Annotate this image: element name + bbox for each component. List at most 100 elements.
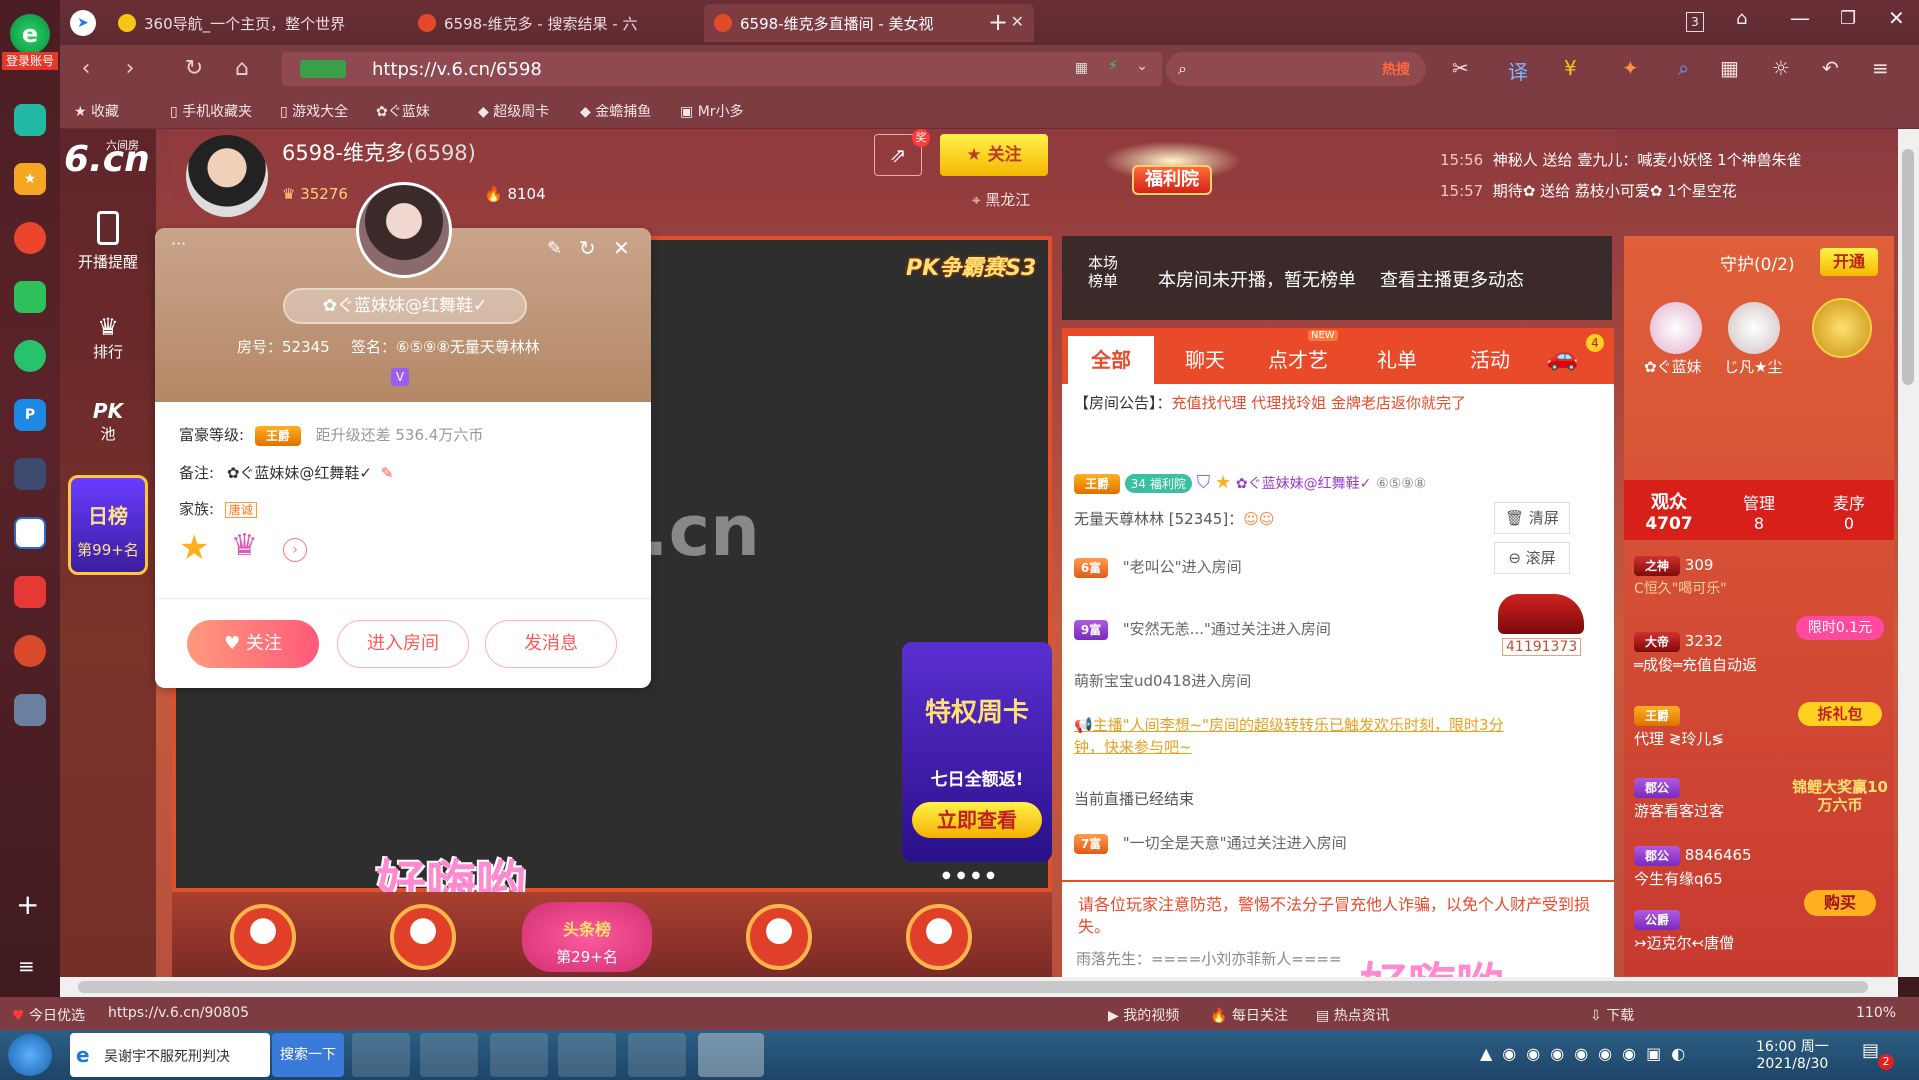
guard-member-avatar[interactable]	[1728, 302, 1780, 354]
nav-pk-pool[interactable]: PK 池	[60, 399, 156, 444]
bookmark-mrxiaoduo[interactable]: ▣ Mr小多	[680, 101, 744, 121]
xiaohongshu-icon[interactable]	[14, 576, 46, 608]
translate-icon[interactable]: 译	[1508, 56, 1528, 85]
viewer-item[interactable]: 郡公 游客看客过客	[1634, 778, 1724, 821]
fortune-icon[interactable]	[14, 635, 46, 667]
magnifier-icon[interactable]: ⌕	[1678, 56, 1689, 80]
daily-follow[interactable]: 🔥 每日关注	[1210, 1005, 1288, 1025]
daily-rank-card[interactable]: 日榜 第99+名	[68, 475, 148, 575]
download[interactable]: ⇩ 下载	[1590, 1005, 1634, 1025]
bookmark-weekly-card[interactable]: ◆ 超级周卡	[478, 101, 549, 121]
add-app-icon[interactable]: +	[16, 888, 39, 921]
viewer-item[interactable]: 郡公 8846465 今生有缘q65	[1634, 846, 1752, 889]
menu-list-icon[interactable]: ≡	[18, 954, 35, 978]
bookmark-mobile[interactable]: ▯ 手机收藏夹	[170, 101, 252, 121]
account-login-button[interactable]: 登录账号	[2, 52, 58, 70]
taskbar-app-ie[interactable]	[420, 1033, 478, 1077]
tab-all[interactable]: 全部	[1068, 336, 1154, 384]
chat-message[interactable]: 当前直播已经结束	[1074, 788, 1194, 809]
close-window-button[interactable]: ✕	[1888, 6, 1905, 30]
tab-search-results[interactable]: 6598-维克多 - 搜索结果 - 六	[408, 4, 708, 42]
chat-message[interactable]: 萌新宝宝ud0418进入房间	[1074, 670, 1251, 691]
pp-icon[interactable]: P	[14, 399, 46, 431]
horizontal-scrollbar[interactable]	[60, 977, 1898, 997]
pk-contest-banner[interactable]: PK争霸赛S3	[906, 250, 1036, 282]
refresh-icon[interactable]: ↻	[180, 55, 208, 83]
seat-avatar[interactable]	[746, 904, 812, 970]
search-box[interactable]: ⌕ 热搜	[1166, 52, 1426, 86]
tab-audience[interactable]: 观众 4707	[1624, 480, 1714, 534]
seat-avatar[interactable]	[906, 904, 972, 970]
home-icon[interactable]: ⌂	[228, 55, 256, 83]
tab-talent[interactable]: 点才艺	[1248, 336, 1348, 384]
chat-messages[interactable]: 【房间公告】：充值找代理 代理找玲姐 金牌老店返你就完了 王爵 34 福利院 ⛉…	[1062, 384, 1614, 880]
zoom-level[interactable]: 110%	[1856, 1005, 1896, 1021]
tab-gift-list[interactable]: 礼单	[1354, 336, 1440, 384]
favorites-star-icon[interactable]: ★	[14, 163, 46, 195]
theme-sun-icon[interactable]: ☼	[1772, 56, 1790, 80]
gamepad-icon[interactable]: ✦	[1622, 56, 1639, 80]
taskbar-app-player[interactable]	[628, 1033, 686, 1077]
chat-message[interactable]: 9富 "安然无恙..."通过关注进入房间	[1074, 618, 1331, 640]
scrollbar-thumb[interactable]	[78, 981, 1868, 993]
minimize-window-button[interactable]: —	[1790, 6, 1810, 30]
chat-message[interactable]: 6富 "老叫公"进入房间	[1074, 556, 1242, 578]
host-avatar[interactable]	[186, 135, 268, 217]
more-medals-icon[interactable]: ›	[283, 538, 307, 562]
taskbar-app-k[interactable]	[352, 1033, 410, 1077]
page-scrollbar[interactable]	[1898, 129, 1919, 977]
today-pick[interactable]: ♥ 今日优选	[12, 1005, 85, 1025]
follow-host-button[interactable]: ★ 关注	[940, 134, 1048, 176]
lightning-icon[interactable]: ⚡	[1108, 58, 1118, 74]
restore-window-button[interactable]: ❐	[1840, 8, 1856, 29]
link-icon[interactable]	[14, 340, 46, 372]
promo-gift-pack[interactable]: 拆礼包	[1798, 702, 1882, 726]
forward-arrow-icon[interactable]: ›	[116, 55, 144, 83]
taskbar-app-explorer[interactable]	[490, 1033, 548, 1077]
guard-member-avatar[interactable]	[1650, 302, 1702, 354]
weekly-card-button[interactable]: 立即查看	[912, 802, 1042, 838]
viewer-item[interactable]: 公爵 ↣迈克尔↢唐僧	[1634, 910, 1734, 953]
chat-message[interactable]: 7富 "一切全是天意"通过关注进入房间	[1074, 832, 1347, 854]
bookmark-fishing[interactable]: ◆ 金蟾捕鱼	[580, 101, 651, 121]
mail-icon[interactable]	[14, 281, 46, 313]
family-badge[interactable]: 唐诚	[224, 502, 257, 518]
guard-open-button[interactable]: 开通	[1820, 248, 1878, 276]
sidebar-app-icon[interactable]	[14, 104, 46, 136]
word-icon[interactable]	[14, 517, 46, 549]
new-tab-button[interactable]: +	[988, 8, 1008, 36]
scroll-screen-button[interactable]: ⊖ 滚屏	[1494, 542, 1570, 574]
promo-limited[interactable]: 限时0.1元	[1796, 616, 1884, 640]
weekly-card-promo[interactable]: 特权周卡 七日全额返! 立即查看	[902, 642, 1052, 862]
viewer-item[interactable]: 大帝 3232 ═成俊═充值自动返	[1634, 632, 1757, 675]
weibo-icon[interactable]	[14, 222, 46, 254]
welfare-badge[interactable]: 福利院	[1102, 129, 1242, 219]
clear-screen-button[interactable]: 🗑 清屏	[1494, 502, 1570, 534]
close-icon[interactable]: ✕	[613, 236, 630, 260]
clock[interactable]: 16:00 周一 2021/8/30	[1756, 1036, 1829, 1072]
start-button[interactable]	[8, 1034, 52, 1076]
seat-avatar[interactable]	[230, 904, 296, 970]
viewer-item[interactable]: 王爵 代理 ≷玲儿≶	[1634, 706, 1724, 749]
tab-live-room[interactable]: 6598-维克多直播间 - 美女视 ✕	[704, 4, 1034, 42]
undo-icon[interactable]: ↶	[1822, 56, 1839, 80]
tab-mic-queue[interactable]: 麦序 0	[1804, 480, 1894, 533]
seat-avatar[interactable]	[390, 904, 456, 970]
host-more-link[interactable]: 查看主播更多动态	[1380, 266, 1524, 292]
chevron-down-icon[interactable]: ⌄	[1136, 58, 1148, 74]
promo-buy-button[interactable]: 购买	[1804, 890, 1876, 916]
bookmark-lanmei[interactable]: ✿ぐ蓝妹	[376, 101, 430, 121]
car-icon[interactable]: 🚗	[1546, 342, 1578, 372]
hot-news[interactable]: ▤ 热点资讯	[1316, 1005, 1390, 1025]
tab-count-badge[interactable]: 3	[1686, 12, 1704, 32]
address-bar[interactable]: https://v.6.cn/6598 ▦ ⚡ ⌄	[282, 52, 1162, 86]
taskbar-app-360[interactable]	[558, 1033, 616, 1077]
edit-icon[interactable]: ✎	[547, 238, 562, 259]
cut-icon[interactable]: ✂	[1452, 56, 1469, 80]
bookmark-games[interactable]: ▯ 游戏大全	[280, 101, 348, 121]
viewer-item[interactable]: 之神 309 C恒久"喝可乐"	[1634, 556, 1727, 598]
shirt-icon[interactable]: ⌂	[1736, 8, 1747, 29]
tab-activity[interactable]: 活动	[1440, 336, 1540, 384]
refresh-icon[interactable]: ↻	[579, 236, 596, 260]
bookmark-favorites[interactable]: ★ 收藏	[74, 101, 119, 121]
